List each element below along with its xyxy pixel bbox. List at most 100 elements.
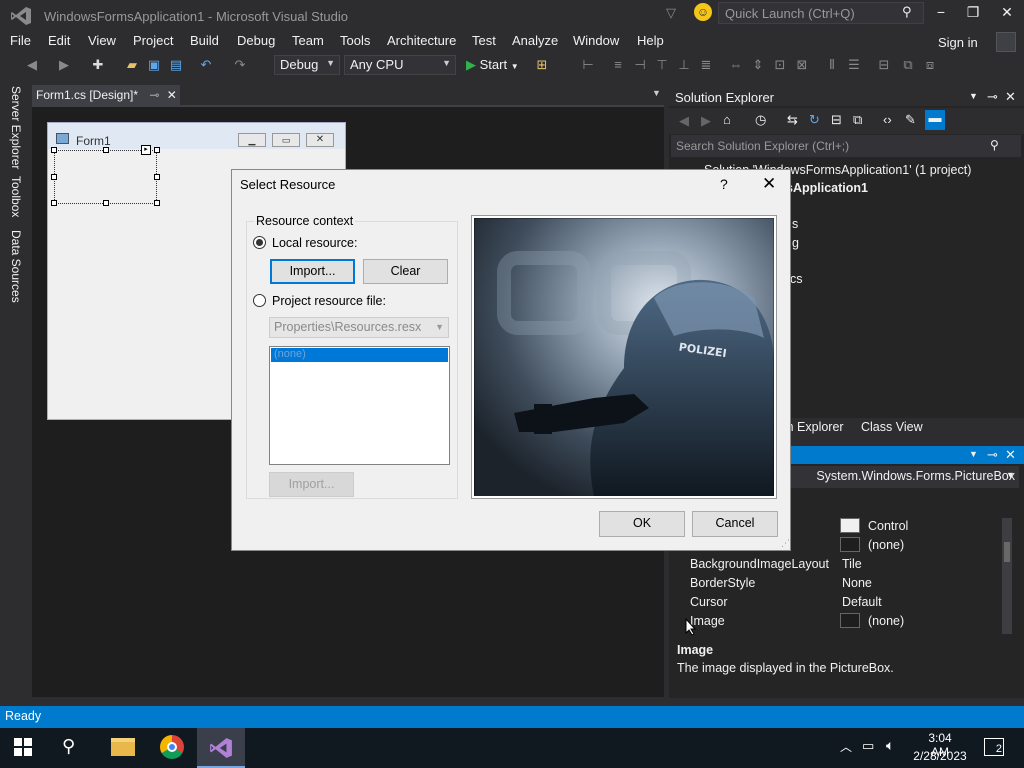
solution-platform-select[interactable]: Any CPU ▼ [344,55,456,75]
bring-to-front-icon[interactable]: ⧉ [900,57,916,73]
property-value[interactable]: None [842,576,872,590]
collapse-all-icon[interactable]: ⊟ [831,112,842,128]
smart-tag-icon[interactable]: ▸ [141,145,151,155]
feedback-smiley-icon[interactable]: ☺ [694,3,712,21]
list-item[interactable]: (none) [271,348,448,362]
properties-icon[interactable]: ✎ [905,112,916,128]
windows-start-icon[interactable] [14,738,32,756]
tab-form1-design[interactable]: Form1.cs [Design]* ⊸ ✕ [32,85,180,105]
chevron-down-icon[interactable]: ▼ [969,91,978,101]
clock-date[interactable]: 2/28/2023 [910,749,970,763]
property-name[interactable]: BackgroundImageLayout [690,557,829,571]
quick-launch-input[interactable]: Quick Launch (Ctrl+Q) [718,2,924,24]
resize-handle[interactable] [103,147,109,153]
search-icon[interactable]: ⚲ [990,138,999,152]
close-icon[interactable]: ✕ [1005,89,1016,105]
align-lefts-icon[interactable]: ⊢ [580,57,596,73]
close-tab-icon[interactable]: ✕ [167,88,177,102]
cancel-button[interactable]: Cancel [692,511,778,537]
menu-team[interactable]: Team [292,33,324,48]
close-icon[interactable]: ✕ [1005,447,1016,463]
tab-class-view[interactable]: Class View [861,420,923,434]
menu-view[interactable]: View [88,33,116,48]
send-to-back-icon[interactable]: ⧈ [922,57,938,73]
resource-list[interactable]: (none) [269,346,450,465]
vertical-spacing-icon[interactable]: ☰ [846,57,862,73]
project-resource-label[interactable]: Project resource file: [272,294,386,308]
notifications-icon[interactable]: 2 [984,738,1004,756]
chevron-down-icon[interactable]: ▼ [969,449,978,459]
resize-handle[interactable] [51,147,57,153]
search-icon[interactable]: ⚲ [62,736,75,757]
resize-handle[interactable] [154,174,160,180]
import-button[interactable]: Import... [270,259,355,284]
scrollbar-thumb[interactable] [1004,542,1010,562]
save-icon[interactable]: ▣ [146,57,162,73]
project-import-button[interactable]: Import... [269,472,354,497]
sign-in-link[interactable]: Sign in [938,35,978,50]
forward-icon[interactable]: ▶ [701,113,711,129]
back-icon[interactable]: ◀ [24,57,40,73]
close-window-button[interactable]: ✕ [996,4,1018,24]
local-resource-radio[interactable] [253,236,266,249]
menu-analyze[interactable]: Analyze [512,33,558,48]
tab-server-explorer[interactable]: Server Explorer [9,86,23,169]
network-icon[interactable]: ▭ [862,738,874,754]
property-value[interactable]: Control [868,519,908,533]
tree-item[interactable]: cs [790,272,803,286]
menu-help[interactable]: Help [637,33,664,48]
chevron-down-icon[interactable]: ▼ [1006,470,1015,480]
document-list-dropdown-icon[interactable]: ▼ [652,88,661,98]
project-resource-radio[interactable] [253,294,266,307]
help-button[interactable]: ? [720,176,728,192]
property-value[interactable]: (none) [868,614,904,628]
redo-icon[interactable]: ↷ [232,57,248,73]
pin-icon[interactable]: ⊸ [149,88,159,102]
pending-changes-icon[interactable]: ◷ [755,112,766,128]
size-to-grid-icon[interactable]: ⊠ [794,57,810,73]
solution-explorer-search[interactable]: Search Solution Explorer (Ctrl+;) [671,135,1021,157]
resize-handle[interactable] [51,174,57,180]
save-all-icon[interactable]: ▤ [168,57,184,73]
resize-grip-icon[interactable]: ⋰ [781,538,790,549]
resize-handle[interactable] [154,147,160,153]
align-centers-icon[interactable]: ≡ [610,57,626,73]
resize-handle[interactable] [103,200,109,206]
back-icon[interactable]: ◀ [679,113,689,129]
make-same-width-icon[interactable]: ⇔ [728,57,744,73]
menu-edit[interactable]: Edit [48,33,70,48]
align-rights-icon[interactable]: ⊣ [632,57,648,73]
menu-window[interactable]: Window [573,33,619,48]
maximize-button[interactable]: ❐ [962,4,984,24]
new-project-icon[interactable]: ✚ [90,57,106,73]
tab-toolbox[interactable]: Toolbox [9,176,23,217]
picturebox-selection[interactable]: ▸ [51,145,160,206]
align-middles-icon[interactable]: ⊥ [676,57,692,73]
align-tops-icon[interactable]: ⊤ [654,57,670,73]
solution-configuration-select[interactable]: Debug ▼ [274,55,340,75]
chrome-icon[interactable] [160,735,184,759]
menu-file[interactable]: File [10,33,31,48]
menu-tools[interactable]: Tools [340,33,370,48]
close-icon[interactable]: ✕ [762,174,776,194]
local-resource-label[interactable]: Local resource: [272,236,357,250]
home-icon[interactable]: ⌂ [723,112,731,127]
menu-debug[interactable]: Debug [237,33,275,48]
visual-studio-taskbar-icon[interactable] [197,728,245,768]
sync-icon[interactable]: ⇆ [787,112,798,128]
resize-handle[interactable] [154,200,160,206]
show-hidden-icons-icon[interactable]: ︿ [840,738,852,755]
property-value[interactable]: (none) [868,538,904,552]
pin-icon[interactable]: ⊸ [987,447,998,463]
property-name[interactable]: Cursor [690,595,728,609]
file-explorer-icon[interactable] [111,738,135,756]
menu-test[interactable]: Test [472,33,496,48]
resize-handle[interactable] [51,200,57,206]
property-value[interactable]: Tile [842,557,862,571]
menu-project[interactable]: Project [133,33,173,48]
volume-icon[interactable]: 🔈︎ [886,737,894,754]
align-bottoms-icon[interactable]: ≣ [698,57,714,73]
view-code-icon[interactable]: ‹› [883,112,892,127]
search-icon[interactable]: ⚲ [902,4,912,20]
forward-icon[interactable]: ▶ [56,57,72,73]
